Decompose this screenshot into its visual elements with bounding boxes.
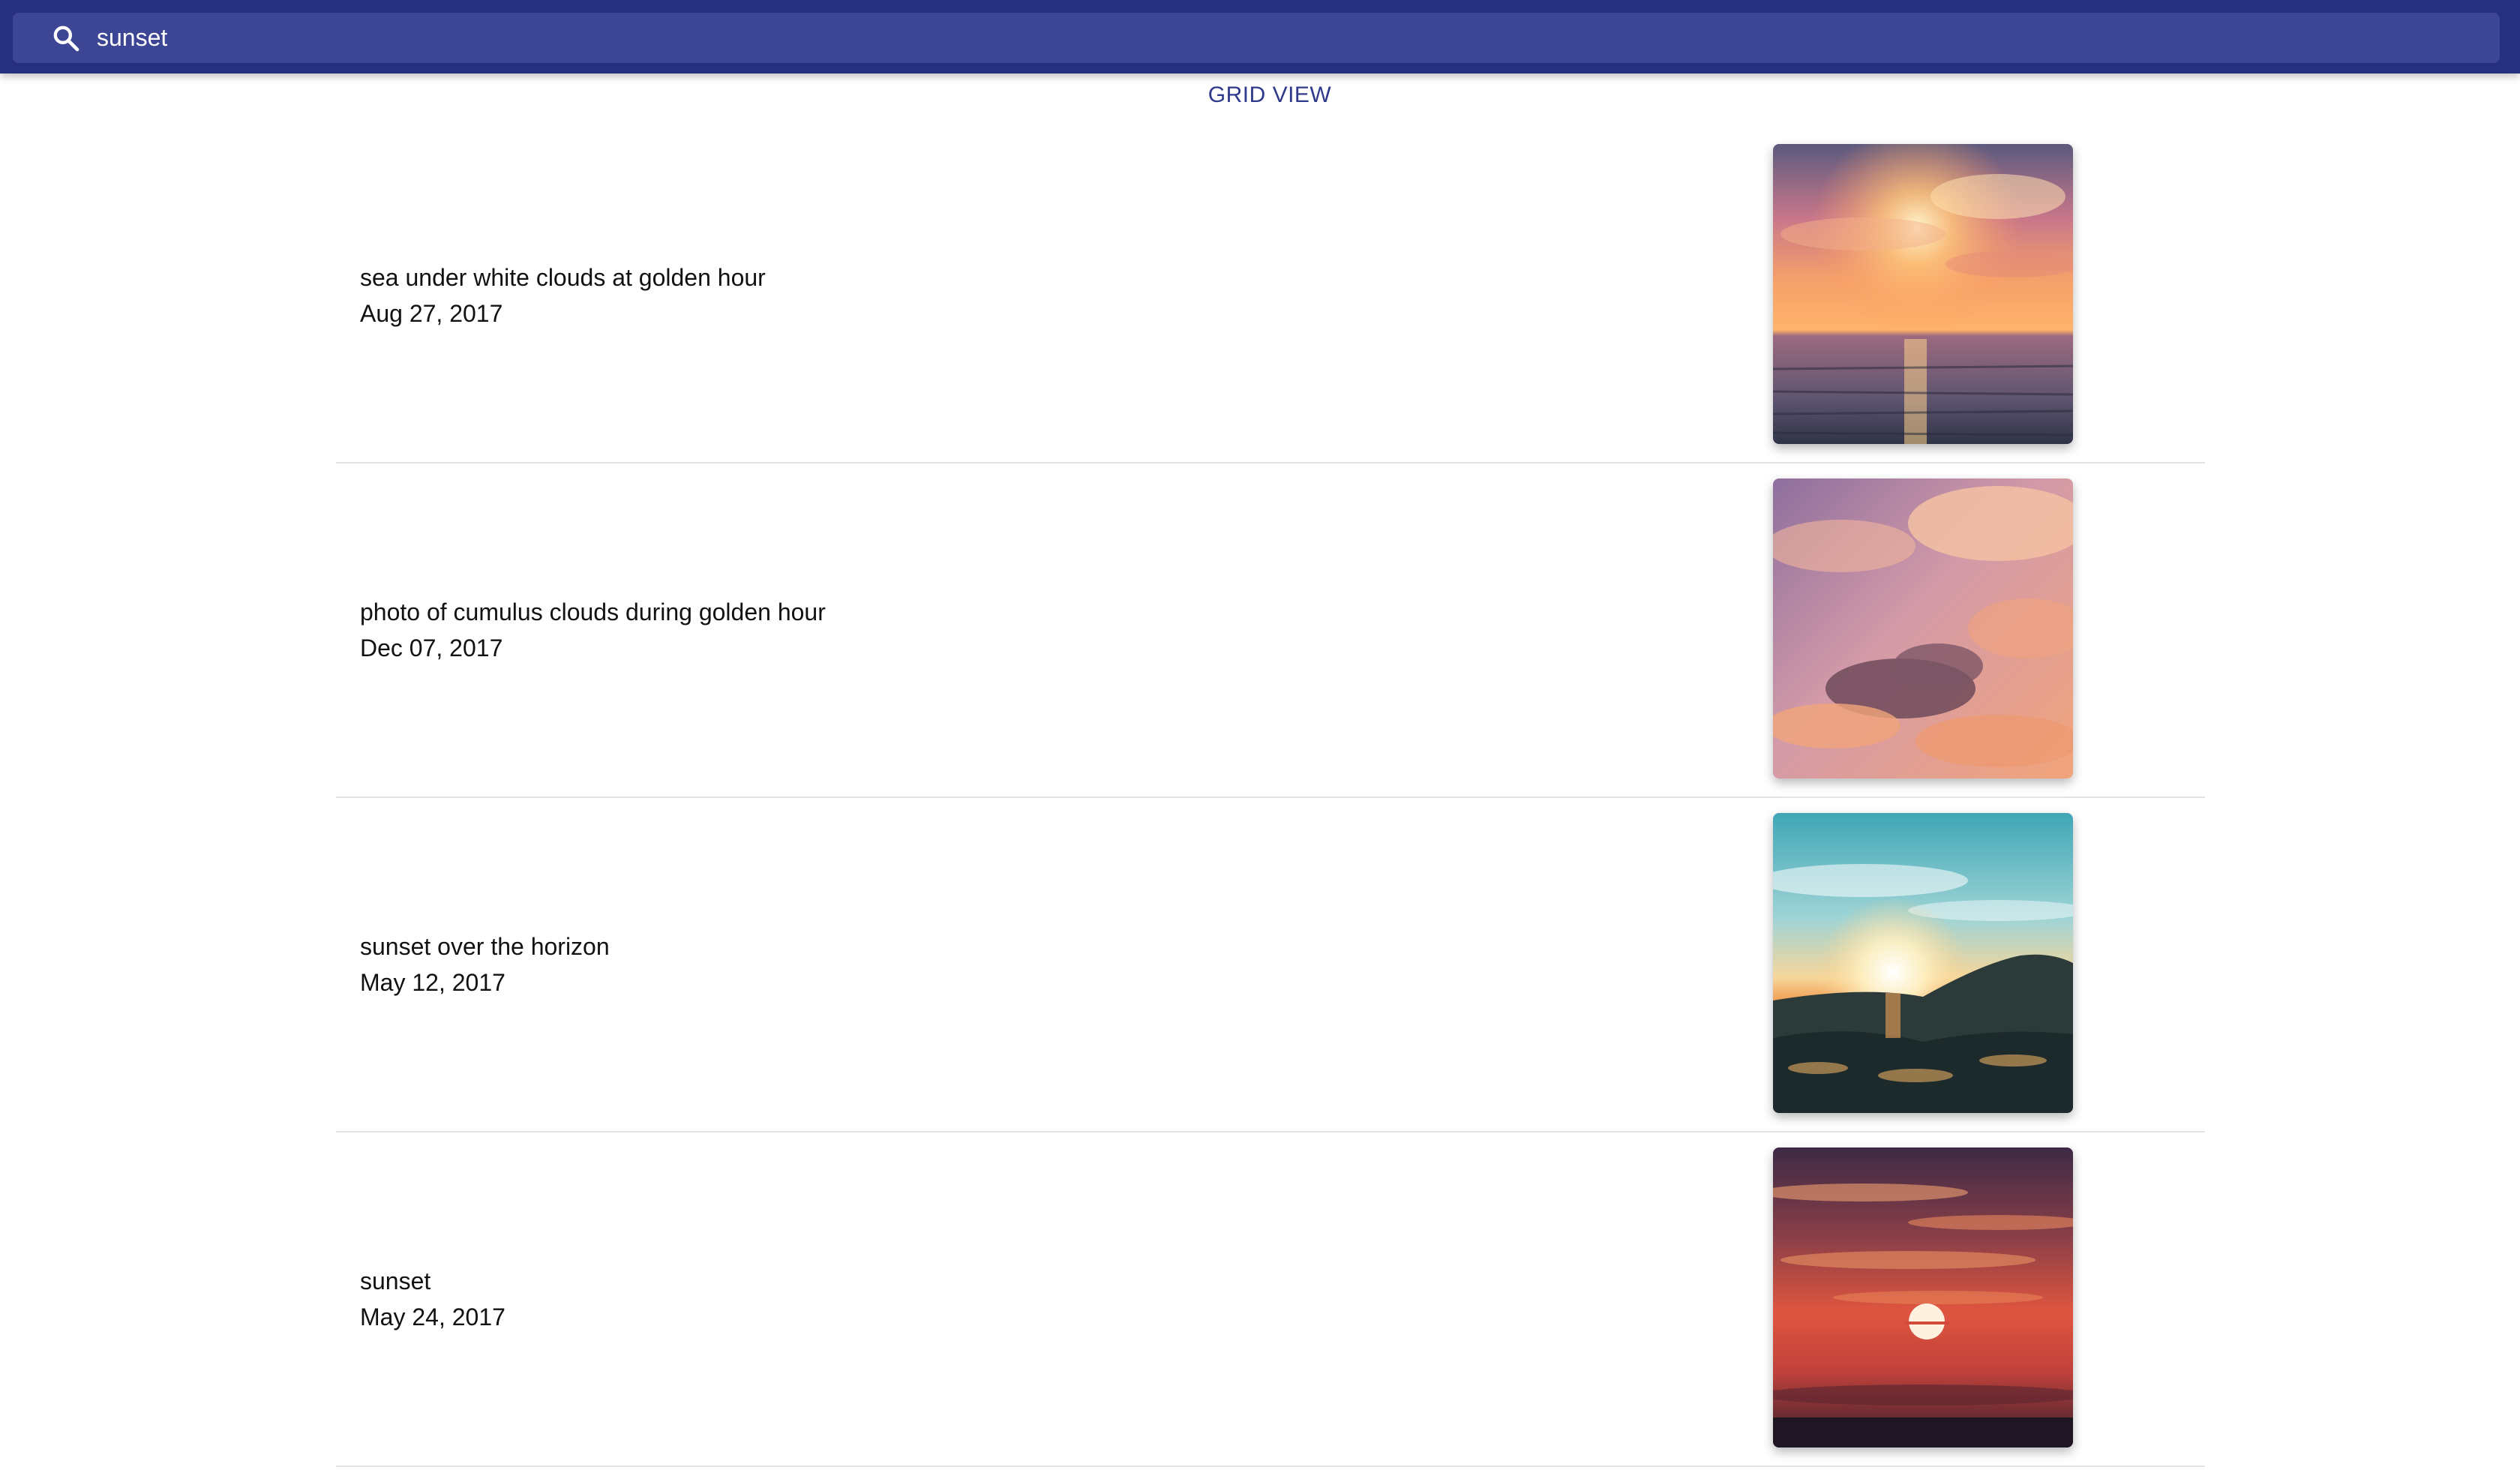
list-item[interactable]: sunset over the horizon May 12, 2017: [336, 798, 2205, 1132]
result-date: Dec 07, 2017: [360, 634, 503, 662]
grid-view-button[interactable]: GRID VIEW: [0, 82, 2520, 108]
search-input[interactable]: [97, 15, 2500, 61]
list-item-text: sunset over the horizon May 12, 2017: [360, 928, 610, 1000]
list-item[interactable]: sunset May 24, 2017: [336, 1132, 2205, 1467]
results-list: sea under white clouds at golden hour Au…: [336, 129, 2205, 1467]
search-box[interactable]: [13, 13, 2500, 63]
result-thumbnail[interactable]: [1773, 813, 2073, 1113]
result-thumbnail[interactable]: [1773, 144, 2073, 444]
list-item-text: sea under white clouds at golden hour Au…: [360, 260, 766, 332]
result-title: sunset over the horizon: [360, 933, 610, 960]
result-title: photo of cumulus clouds during golden ho…: [360, 598, 826, 626]
result-title: sunset: [360, 1268, 431, 1294]
search-icon[interactable]: [50, 22, 82, 55]
result-thumbnail[interactable]: [1773, 1148, 2073, 1448]
result-date: May 24, 2017: [360, 1304, 506, 1330]
app-bar: [0, 0, 2520, 74]
list-item-text: sunset May 24, 2017: [360, 1263, 506, 1335]
list-item[interactable]: photo of cumulus clouds during golden ho…: [336, 464, 2205, 798]
list-item-text: photo of cumulus clouds during golden ho…: [360, 594, 826, 666]
result-date: May 12, 2017: [360, 969, 506, 996]
result-date: Aug 27, 2017: [360, 300, 503, 327]
list-item[interactable]: sea under white clouds at golden hour Au…: [336, 129, 2205, 464]
result-title: sea under white clouds at golden hour: [360, 264, 766, 291]
result-thumbnail[interactable]: [1773, 478, 2073, 778]
